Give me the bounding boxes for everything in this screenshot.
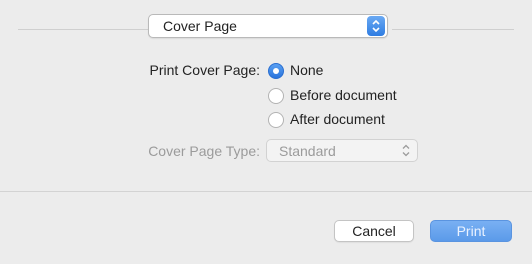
radio-before-document[interactable] <box>268 88 284 104</box>
print-button[interactable]: Print <box>430 220 512 242</box>
cover-page-type-select[interactable]: Standard <box>266 139 418 162</box>
radio-after-document-label[interactable]: After document <box>290 111 385 127</box>
separator-line-left <box>18 29 148 30</box>
radio-before-document-label[interactable]: Before document <box>290 87 397 103</box>
separator-line-right <box>392 29 514 30</box>
popup-stepper-icon <box>367 16 385 36</box>
chevron-updown-icon <box>402 144 410 157</box>
section-popup-button[interactable]: Cover Page <box>148 14 388 38</box>
cancel-button[interactable]: Cancel <box>334 220 414 242</box>
radio-none-label[interactable]: None <box>290 62 323 78</box>
cover-page-type-value: Standard <box>279 143 336 159</box>
print-cover-page-label: Print Cover Page: <box>149 62 261 78</box>
footer-divider <box>0 191 532 192</box>
radio-after-document[interactable] <box>268 112 284 128</box>
section-popup-label: Cover Page <box>163 18 237 34</box>
radio-none[interactable] <box>268 63 284 79</box>
cover-page-type-label: Cover Page Type: <box>148 143 260 159</box>
